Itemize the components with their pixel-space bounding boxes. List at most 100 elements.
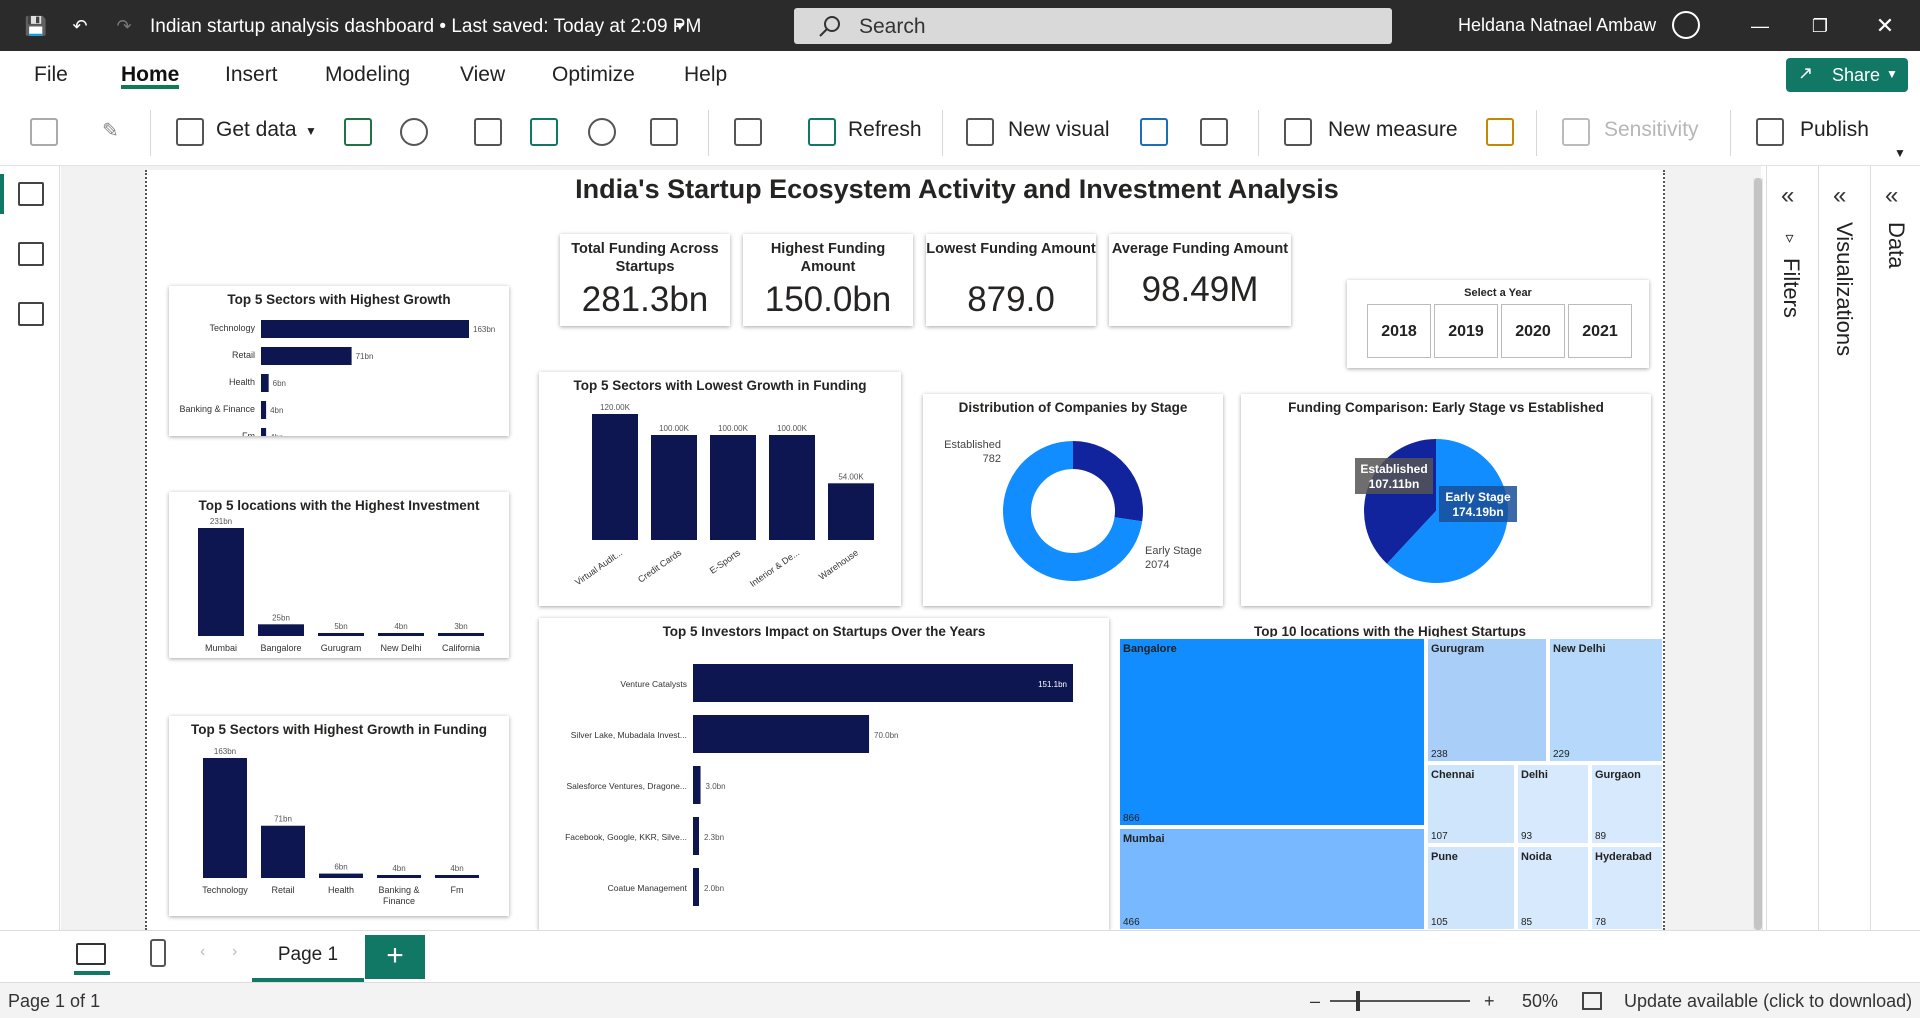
model-view-icon[interactable] bbox=[18, 302, 44, 326]
share-button[interactable]: ↗ Share ▼ bbox=[1786, 58, 1908, 92]
card-stage-distribution[interactable]: Distribution of Companies by Stage Estab… bbox=[923, 394, 1223, 606]
window-title[interactable]: Indian startup analysis dashboard • Last… bbox=[150, 16, 701, 38]
card-locations-startups[interactable]: Top 10 locations with the Highest Startu… bbox=[1117, 618, 1663, 930]
new-visual-button[interactable]: New visual bbox=[1008, 118, 1110, 142]
year-button-2021[interactable]: 2021 bbox=[1568, 304, 1632, 358]
restore-icon[interactable]: ❐ bbox=[1808, 14, 1832, 38]
quick-measure-icon[interactable] bbox=[1486, 118, 1514, 146]
kpi-average-funding[interactable]: Average Funding Amount 98.49M bbox=[1109, 234, 1291, 326]
tick-label: Retail bbox=[232, 350, 255, 360]
tick-label: Warehouse bbox=[817, 547, 860, 581]
expand-filters-icon[interactable]: « bbox=[1781, 182, 1794, 210]
kpi-lowest-funding[interactable]: Lowest Funding Amount 879.0 bbox=[926, 234, 1096, 326]
menu-insert[interactable]: Insert bbox=[225, 63, 278, 87]
slice-label: Early Stage bbox=[1145, 545, 1202, 557]
search-label: Search bbox=[859, 15, 926, 38]
minimize-icon[interactable]: — bbox=[1748, 14, 1772, 38]
menu-home[interactable]: Home bbox=[121, 63, 179, 87]
close-icon[interactable]: ✕ bbox=[1873, 14, 1897, 38]
bar bbox=[261, 320, 469, 338]
next-page-icon[interactable]: › bbox=[232, 943, 237, 961]
chevron-down-icon[interactable]: ▼ bbox=[305, 124, 317, 138]
zoom-slider[interactable] bbox=[1330, 1000, 1470, 1002]
visualizations-pane[interactable]: « Visualizations bbox=[1818, 166, 1868, 930]
ribbon-separator bbox=[1536, 110, 1537, 156]
transform-data-icon[interactable] bbox=[734, 118, 762, 146]
zoom-slider-handle[interactable] bbox=[1356, 991, 1360, 1011]
zoom-in-icon[interactable]: + bbox=[1484, 991, 1495, 1012]
zoom-out-icon[interactable]: – bbox=[1310, 991, 1320, 1012]
enter-data-icon[interactable] bbox=[530, 118, 558, 146]
avatar[interactable] bbox=[1672, 11, 1700, 39]
fit-to-page-icon[interactable] bbox=[1582, 992, 1602, 1010]
more-visuals-icon[interactable] bbox=[1200, 118, 1228, 146]
data-label: 4bn bbox=[270, 406, 283, 415]
report-view-icon[interactable] bbox=[18, 182, 44, 206]
page-tab[interactable]: Page 1 bbox=[252, 931, 364, 982]
dataverse-icon[interactable] bbox=[588, 118, 616, 146]
kpi-label: Total Funding Across Startups bbox=[571, 241, 719, 275]
card-sectors-funding[interactable]: Top 5 Sectors with Highest Growth in Fun… bbox=[169, 716, 509, 916]
undo-icon[interactable]: ↶ bbox=[68, 14, 92, 38]
sensitivity-button[interactable]: Sensitivity bbox=[1604, 118, 1699, 142]
card-sectors-lowest[interactable]: Top 5 Sectors with Lowest Growth in Fund… bbox=[539, 372, 901, 606]
menu-modeling[interactable]: Modeling bbox=[325, 63, 410, 87]
bar bbox=[261, 347, 352, 365]
card-funding-comparison[interactable]: Funding Comparison: Early Stage vs Estab… bbox=[1241, 394, 1651, 606]
add-page-button[interactable]: + bbox=[365, 935, 425, 979]
donut-slice bbox=[1073, 441, 1143, 522]
visualizations-label: Visualizations bbox=[1832, 222, 1857, 357]
menu-file[interactable]: File bbox=[34, 63, 68, 87]
filters-pane[interactable]: « ▿ Filters bbox=[1766, 166, 1816, 930]
expand-data-icon[interactable]: « bbox=[1885, 182, 1898, 210]
save-icon[interactable]: 💾 bbox=[24, 14, 48, 38]
card-investors[interactable]: Top 5 Investors Impact on Startups Over … bbox=[539, 618, 1109, 930]
data-pane[interactable]: « Data bbox=[1870, 166, 1920, 930]
excel-icon[interactable] bbox=[344, 118, 372, 146]
bar bbox=[318, 633, 364, 636]
menu-optimize[interactable]: Optimize bbox=[552, 63, 635, 87]
year-slicer: Select a Year 2018 2019 2020 2021 bbox=[1347, 280, 1649, 368]
onelake-icon[interactable] bbox=[400, 118, 428, 146]
mobile-layout-icon[interactable] bbox=[150, 939, 166, 967]
bar bbox=[377, 875, 421, 878]
tick-label: Virtual Audit... bbox=[573, 547, 624, 587]
card-locations-investment[interactable]: Top 5 locations with the Highest Investm… bbox=[169, 492, 509, 658]
search-box[interactable]: Search bbox=[794, 8, 1392, 44]
table-view-icon[interactable] bbox=[18, 242, 44, 266]
kpi-total-funding[interactable]: Total Funding Across Startups 281.3bn bbox=[560, 234, 730, 326]
paste-icon[interactable] bbox=[30, 118, 58, 146]
menu-help[interactable]: Help bbox=[684, 63, 727, 87]
chevron-down-icon[interactable]: ▼ bbox=[668, 14, 692, 38]
update-available-link[interactable]: Update available (click to download) bbox=[1624, 991, 1912, 1012]
database-icon bbox=[176, 118, 204, 146]
publish-button[interactable]: Publish bbox=[1800, 118, 1869, 142]
get-data-button[interactable]: Get data bbox=[216, 118, 297, 142]
ribbon-collapse-icon[interactable]: ▼ bbox=[1894, 146, 1906, 160]
text-box-icon[interactable] bbox=[1140, 118, 1168, 146]
sql-icon[interactable] bbox=[474, 118, 502, 146]
card-sectors-growth[interactable]: Top 5 Sectors with Highest Growth Techno… bbox=[169, 286, 509, 436]
desktop-layout-icon[interactable] bbox=[76, 943, 106, 965]
tick-label: Bangalore bbox=[260, 643, 301, 653]
publish-icon bbox=[1756, 118, 1784, 146]
kpi-highest-funding[interactable]: Highest Funding Amount 150.0bn bbox=[743, 234, 913, 326]
scrollbar-thumb[interactable] bbox=[1754, 178, 1762, 930]
bar bbox=[198, 528, 244, 636]
redo-icon[interactable]: ↷ bbox=[112, 14, 136, 38]
year-button-2018[interactable]: 2018 bbox=[1367, 304, 1431, 358]
expand-visualizations-icon[interactable]: « bbox=[1833, 182, 1846, 210]
ribbon-separator bbox=[1258, 110, 1259, 156]
canvas-scrollbar[interactable] bbox=[1753, 178, 1763, 930]
refresh-button[interactable]: Refresh bbox=[848, 118, 922, 142]
tile-value: 85 bbox=[1521, 917, 1533, 928]
new-measure-button[interactable]: New measure bbox=[1328, 118, 1458, 142]
previous-page-icon[interactable]: ‹ bbox=[200, 943, 205, 961]
menu-view[interactable]: View bbox=[460, 63, 505, 87]
year-button-2020[interactable]: 2020 bbox=[1501, 304, 1565, 358]
recent-sources-icon[interactable] bbox=[650, 118, 678, 146]
format-painter-icon[interactable]: ✎ bbox=[102, 118, 130, 146]
tick-label: Mumbai bbox=[205, 643, 237, 653]
year-button-2019[interactable]: 2019 bbox=[1434, 304, 1498, 358]
bar bbox=[261, 428, 267, 436]
